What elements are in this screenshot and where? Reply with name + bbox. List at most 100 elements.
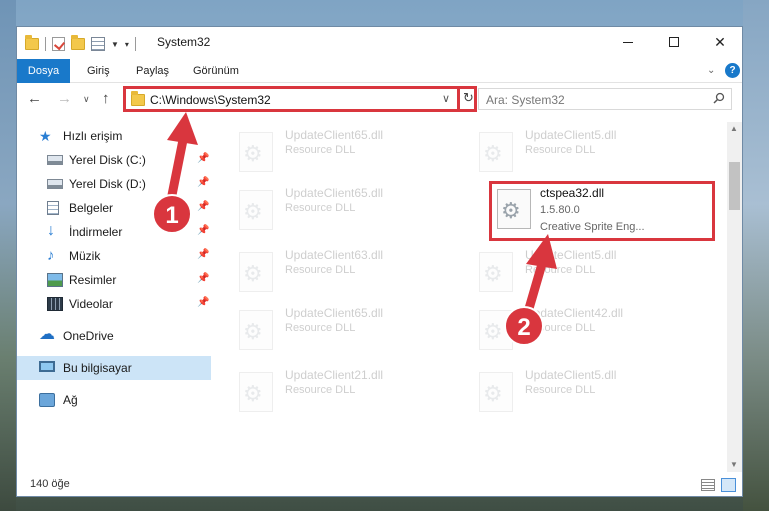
sidebar-item-label: Yerel Disk (D:) bbox=[69, 177, 146, 191]
new-folder-icon[interactable] bbox=[71, 35, 85, 50]
file-description: Creative Sprite Eng... bbox=[540, 221, 645, 233]
dll-file-icon bbox=[479, 372, 513, 412]
sidebar-item-onedrive[interactable]: ☁ OneDrive bbox=[17, 324, 211, 348]
file-tile[interactable]: UpdateClient42.dll Resource DLL bbox=[457, 300, 687, 356]
file-tile[interactable]: UpdateClient65.dll Resource DLL bbox=[217, 122, 447, 178]
close-icon: ✕ bbox=[714, 33, 726, 50]
address-bar[interactable]: C:\Windows\System32 ∨ ↻ bbox=[123, 86, 477, 112]
tab-file[interactable]: Dosya bbox=[17, 59, 70, 83]
customize-toolbar-chevron-icon[interactable]: ▾ bbox=[125, 40, 129, 49]
sidebar-item-videos[interactable]: Videolar 📌 bbox=[17, 292, 211, 316]
file-list: UpdateClient65.dll Resource DLL UpdateCl… bbox=[217, 122, 727, 472]
cloud-icon: ☁ bbox=[39, 326, 55, 343]
file-name: UpdateClient5.dll bbox=[525, 128, 617, 142]
file-tile[interactable]: UpdateClient5.dll Resource DLL bbox=[457, 362, 687, 418]
scroll-down-arrow-icon[interactable]: ▼ bbox=[730, 460, 738, 469]
tab-home[interactable]: Giriş bbox=[87, 59, 110, 83]
close-button[interactable]: ✕ bbox=[697, 27, 742, 57]
file-tile-ctspea32[interactable]: ctspea32.dll 1.5.80.0 Creative Sprite En… bbox=[489, 181, 715, 241]
sidebar-item-label: Belgeler bbox=[69, 201, 114, 215]
refresh-icon[interactable]: ↻ bbox=[457, 86, 477, 112]
title-bar: ▼ ▾ System32 ✕ bbox=[17, 27, 742, 59]
pin-icon: 📌 bbox=[197, 249, 210, 260]
sidebar-item-local-disk-c[interactable]: Yerel Disk (C:) 📌 bbox=[17, 148, 211, 172]
sidebar-item-label: Müzik bbox=[69, 249, 101, 263]
file-type: Resource DLL bbox=[525, 384, 596, 396]
navigation-pane: ★ Hızlı erişim Yerel Disk (C:) 📌 Yerel D… bbox=[17, 122, 211, 462]
minimize-button[interactable] bbox=[605, 27, 651, 57]
file-type: Resource DLL bbox=[285, 144, 356, 156]
sidebar-item-network[interactable]: Ağ bbox=[17, 388, 211, 412]
window-title: System32 bbox=[157, 35, 211, 49]
file-type: Resource DLL bbox=[285, 384, 356, 396]
dll-file-icon bbox=[239, 132, 273, 172]
expand-ribbon-chevron-icon[interactable]: ⌄ bbox=[707, 65, 715, 76]
back-arrow-icon[interactable]: ← bbox=[27, 90, 42, 107]
file-name: UpdateClient5.dll bbox=[525, 248, 617, 262]
file-name: UpdateClient65.dll bbox=[285, 128, 384, 142]
file-tile[interactable]: UpdateClient65.dll Resource DLL bbox=[217, 300, 447, 356]
sidebar-item-local-disk-d[interactable]: Yerel Disk (D:) 📌 bbox=[17, 172, 211, 196]
pin-icon: 📌 bbox=[197, 177, 210, 188]
toolbar-divider bbox=[134, 37, 136, 51]
search-placeholder: Ara: System32 bbox=[486, 93, 565, 107]
sidebar-item-quick-access[interactable]: ★ Hızlı erişim bbox=[17, 124, 211, 148]
properties-list-icon[interactable] bbox=[91, 37, 105, 51]
explorer-window: ▼ ▾ System32 ✕ Dosya Giriş Paylaş Görünü… bbox=[16, 26, 743, 497]
pin-icon: 📌 bbox=[197, 201, 210, 212]
sidebar-item-label: Bu bilgisayar bbox=[63, 361, 132, 375]
large-icons-view-icon[interactable] bbox=[721, 478, 736, 492]
vertical-scrollbar[interactable]: ▲ ▼ bbox=[727, 122, 742, 472]
help-icon[interactable]: ? bbox=[725, 63, 740, 78]
file-type: Resource DLL bbox=[525, 322, 596, 334]
item-count: 140 öğe bbox=[30, 478, 70, 490]
folder-icon bbox=[25, 35, 39, 50]
properties-check-icon[interactable] bbox=[52, 37, 65, 51]
file-tile[interactable]: UpdateClient5.dll Resource DLL bbox=[457, 122, 687, 178]
star-icon: ★ bbox=[39, 128, 52, 144]
sidebar-item-downloads[interactable]: ↓ İndirmeler 📌 bbox=[17, 220, 211, 244]
pictures-icon bbox=[47, 273, 63, 287]
file-tile[interactable]: UpdateClient63.dll Resource DLL bbox=[217, 242, 447, 298]
file-tile[interactable]: UpdateClient5.dll Resource DLL bbox=[457, 242, 687, 298]
dll-file-icon bbox=[479, 252, 513, 292]
quick-access-toolbar: ▼ ▾ bbox=[25, 35, 136, 53]
sidebar-item-label: OneDrive bbox=[63, 329, 114, 343]
documents-icon bbox=[47, 201, 59, 215]
sidebar-item-music[interactable]: ♪ Müzik 📌 bbox=[17, 244, 211, 268]
scrollbar-thumb[interactable] bbox=[729, 162, 740, 210]
file-version: 1.5.80.0 bbox=[540, 204, 580, 216]
sidebar-item-documents[interactable]: Belgeler 📌 bbox=[17, 196, 211, 220]
sidebar-item-this-pc[interactable]: Bu bilgisayar bbox=[17, 356, 211, 380]
network-icon bbox=[39, 393, 55, 407]
search-icon bbox=[713, 92, 725, 104]
address-path[interactable]: C:\Windows\System32 bbox=[150, 93, 271, 107]
drive-icon bbox=[47, 155, 63, 165]
dll-file-icon bbox=[479, 132, 513, 172]
details-view-icon[interactable] bbox=[701, 479, 715, 491]
dll-file-icon bbox=[239, 372, 273, 412]
forward-arrow-icon[interactable]: → bbox=[57, 90, 72, 107]
pin-icon: 📌 bbox=[197, 297, 210, 308]
recent-locations-chevron-icon[interactable]: ∨ bbox=[83, 94, 90, 105]
address-folder-icon bbox=[131, 91, 145, 106]
maximize-button[interactable] bbox=[651, 27, 697, 57]
up-arrow-icon[interactable]: ↑ bbox=[102, 90, 110, 107]
scroll-up-arrow-icon[interactable]: ▲ bbox=[730, 124, 738, 133]
sidebar-item-pictures[interactable]: Resimler 📌 bbox=[17, 268, 211, 292]
file-tile[interactable]: UpdateClient65.dll Resource DLL bbox=[217, 180, 447, 236]
customize-toolbar-arrow-icon[interactable]: ▼ bbox=[111, 40, 119, 49]
computer-icon bbox=[39, 361, 55, 372]
tab-share[interactable]: Paylaş bbox=[136, 59, 169, 83]
pin-icon: 📌 bbox=[197, 153, 210, 164]
file-type: Resource DLL bbox=[285, 202, 356, 214]
sidebar-item-label: Videolar bbox=[69, 297, 113, 311]
address-dropdown-chevron-icon[interactable]: ∨ bbox=[442, 92, 450, 105]
dll-file-icon bbox=[479, 310, 513, 350]
file-tile[interactable]: UpdateClient21.dll Resource DLL bbox=[217, 362, 447, 418]
file-type: Resource DLL bbox=[525, 144, 596, 156]
download-icon: ↓ bbox=[47, 222, 55, 239]
sidebar-item-label: Ağ bbox=[63, 393, 78, 407]
search-box[interactable]: Ara: System32 bbox=[478, 88, 732, 110]
tab-view[interactable]: Görünüm bbox=[193, 59, 239, 83]
